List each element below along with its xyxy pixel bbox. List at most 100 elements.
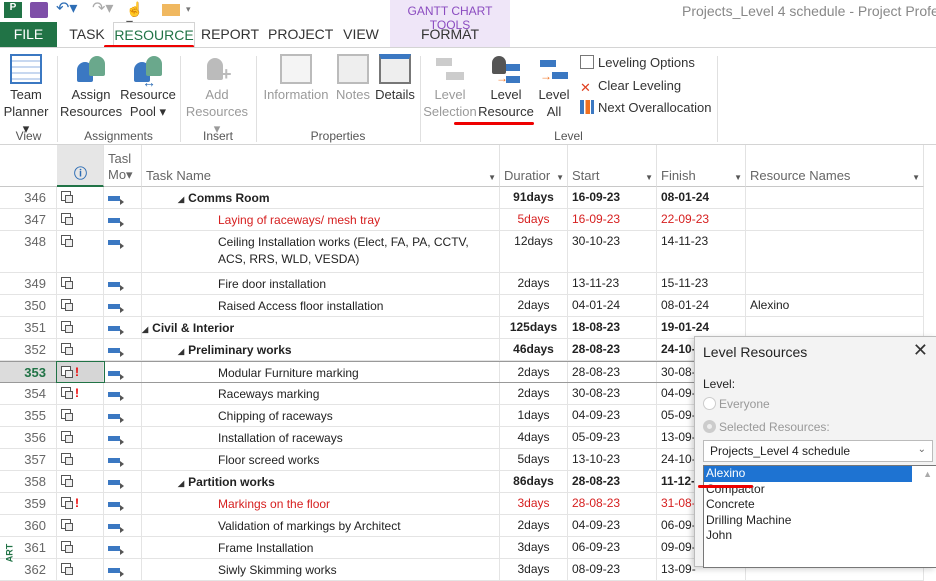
task-mode-cell[interactable] bbox=[104, 449, 142, 470]
team-planner-button[interactable]: Team Planner ▾ bbox=[0, 48, 52, 137]
tab-task[interactable]: TASK bbox=[62, 22, 112, 47]
dropdown-icon[interactable]: ▼ bbox=[734, 173, 742, 182]
header-indicators[interactable]: ⓘ bbox=[57, 145, 104, 187]
task-name-cell[interactable]: Validation of markings by Architect bbox=[142, 515, 500, 536]
close-icon[interactable]: ✕ bbox=[913, 340, 928, 361]
start-cell[interactable]: 28-08-23 bbox=[568, 493, 657, 514]
finish-cell[interactable]: 22-09-23 bbox=[657, 209, 746, 230]
row-id[interactable]: 351 bbox=[0, 317, 57, 338]
duration-cell[interactable]: 12days bbox=[500, 231, 568, 272]
customize-toolbar-icon[interactable]: ▾ bbox=[186, 2, 204, 18]
duration-cell[interactable]: 5days bbox=[500, 209, 568, 230]
resource-names-cell[interactable] bbox=[746, 187, 924, 208]
table-row[interactable]: 347 Laying of raceways/ mesh tray 5days 16-… bbox=[0, 209, 924, 231]
resource-names-cell[interactable] bbox=[746, 231, 924, 272]
duration-cell[interactable]: 5days bbox=[500, 449, 568, 470]
task-name-cell[interactable]: Siwly Skimming works bbox=[142, 559, 500, 580]
task-name-cell[interactable]: Markings on the floor bbox=[142, 493, 500, 514]
table-row[interactable]: 349 Fire door installation 2days 13-11-23 15… bbox=[0, 273, 924, 295]
dropdown-icon[interactable]: ▼ bbox=[488, 173, 496, 182]
task-name-cell[interactable]: ◢ Comms Room bbox=[142, 187, 500, 208]
row-id[interactable]: 352 bbox=[0, 339, 57, 360]
row-id[interactable]: 353 bbox=[0, 362, 57, 382]
overallocation-icon[interactable]: ! bbox=[75, 365, 79, 379]
row-id[interactable]: 350 bbox=[0, 295, 57, 316]
resource-names-cell[interactable] bbox=[746, 209, 924, 230]
row-id[interactable]: 346 bbox=[0, 187, 57, 208]
task-mode-cell[interactable] bbox=[104, 317, 142, 338]
row-id[interactable]: 354 bbox=[0, 383, 57, 404]
start-cell[interactable]: 28-08-23 bbox=[568, 339, 657, 360]
resource-names-cell[interactable] bbox=[746, 273, 924, 294]
redo-icon[interactable]: ↷▾ bbox=[92, 1, 113, 18]
resource-list-item[interactable]: Drilling Machine bbox=[704, 513, 912, 529]
header-start[interactable]: Start ▼ bbox=[568, 145, 657, 187]
task-mode-cell[interactable] bbox=[104, 405, 142, 426]
start-cell[interactable]: 16-09-23 bbox=[568, 187, 657, 208]
finish-cell[interactable]: 08-01-24 bbox=[657, 295, 746, 316]
scroll-up-icon[interactable]: ▲ bbox=[923, 469, 932, 479]
task-mode-cell[interactable] bbox=[104, 231, 142, 272]
tab-resource[interactable]: RESOURCE bbox=[113, 22, 195, 47]
task-name-cell[interactable]: Installation of raceways bbox=[142, 427, 500, 448]
undo-icon[interactable]: ↶▾ bbox=[56, 1, 77, 18]
duration-cell[interactable]: 4days bbox=[500, 427, 568, 448]
information-button[interactable]: Information bbox=[259, 48, 333, 103]
start-cell[interactable]: 04-01-24 bbox=[568, 295, 657, 316]
task-mode-cell[interactable] bbox=[104, 362, 142, 382]
start-cell[interactable]: 13-11-23 bbox=[568, 273, 657, 294]
task-mode-cell[interactable] bbox=[104, 515, 142, 536]
duration-cell[interactable]: 46days bbox=[500, 339, 568, 360]
start-cell[interactable]: 08-09-23 bbox=[568, 559, 657, 580]
task-mode-cell[interactable] bbox=[104, 559, 142, 580]
tab-file[interactable]: FILE bbox=[0, 22, 57, 47]
resource-list-item[interactable]: John bbox=[704, 528, 912, 544]
finish-cell[interactable]: 14-11-23 bbox=[657, 231, 746, 272]
start-cell[interactable]: 28-08-23 bbox=[568, 471, 657, 492]
task-name-cell[interactable]: ◢ Preliminary works bbox=[142, 339, 500, 360]
resource-names-cell[interactable]: Alexino bbox=[746, 295, 924, 316]
task-mode-cell[interactable] bbox=[104, 339, 142, 360]
row-id[interactable]: 357 bbox=[0, 449, 57, 470]
task-name-cell[interactable]: Floor screed works bbox=[142, 449, 500, 470]
task-mode-cell[interactable] bbox=[104, 427, 142, 448]
everyone-radio[interactable]: Everyone bbox=[703, 397, 770, 411]
task-mode-cell[interactable] bbox=[104, 493, 142, 514]
table-row[interactable]: 346 ◢ Comms Room 91days 16-09-23 08-01-24 bbox=[0, 187, 924, 209]
start-cell[interactable]: 13-10-23 bbox=[568, 449, 657, 470]
table-row[interactable]: 350 Raised Access floor installation 2days… bbox=[0, 295, 924, 317]
task-name-cell[interactable]: Raised Access floor installation bbox=[142, 295, 500, 316]
task-mode-cell[interactable] bbox=[104, 537, 142, 558]
row-id[interactable]: 348 bbox=[0, 231, 57, 272]
row-id[interactable]: 359 bbox=[0, 493, 57, 514]
task-name-cell[interactable]: Laying of raceways/ mesh tray bbox=[142, 209, 500, 230]
tab-format[interactable]: FORMAT bbox=[390, 22, 510, 47]
task-name-cell[interactable]: Modular Furniture marking bbox=[142, 362, 500, 382]
task-name-cell[interactable]: ◢ Civil & Interior bbox=[142, 317, 500, 338]
resource-pool-button[interactable]: ↔ Resource Pool ▾ bbox=[120, 48, 176, 120]
task-name-cell[interactable]: Fire door installation bbox=[142, 273, 500, 294]
project-select[interactable]: Projects_Level 4 schedule ⌄ bbox=[703, 440, 933, 462]
leveling-options-button[interactable]: Leveling Options bbox=[580, 53, 695, 73]
header-task-name[interactable]: Task Name ▼ bbox=[142, 145, 500, 187]
duration-cell[interactable]: 2days bbox=[500, 295, 568, 316]
assign-resources-button[interactable]: Assign Resources bbox=[60, 48, 122, 120]
task-mode-cell[interactable] bbox=[104, 471, 142, 492]
start-cell[interactable]: 06-09-23 bbox=[568, 537, 657, 558]
selected-resources-radio[interactable]: Selected Resources: bbox=[703, 420, 830, 434]
level-selection-button[interactable]: Level Selection bbox=[422, 48, 478, 120]
clear-leveling-button[interactable]: ✕ Clear Leveling bbox=[580, 76, 681, 96]
tab-report[interactable]: REPORT bbox=[200, 22, 260, 47]
touch-mode-icon[interactable]: ☝▾ bbox=[126, 2, 144, 30]
tab-view[interactable]: VIEW bbox=[338, 22, 384, 47]
details-button[interactable]: Details bbox=[373, 48, 417, 103]
row-id[interactable]: 349 bbox=[0, 273, 57, 294]
row-id[interactable]: 358 bbox=[0, 471, 57, 492]
task-mode-cell[interactable] bbox=[104, 383, 142, 404]
task-name-cell[interactable]: Ceiling Installation works (Elect, FA, P… bbox=[142, 231, 500, 272]
save-icon[interactable] bbox=[30, 2, 48, 18]
task-mode-cell[interactable] bbox=[104, 187, 142, 208]
dropdown-icon[interactable]: ▼ bbox=[912, 173, 920, 182]
finish-cell[interactable]: 15-11-23 bbox=[657, 273, 746, 294]
start-cell[interactable]: 04-09-23 bbox=[568, 515, 657, 536]
